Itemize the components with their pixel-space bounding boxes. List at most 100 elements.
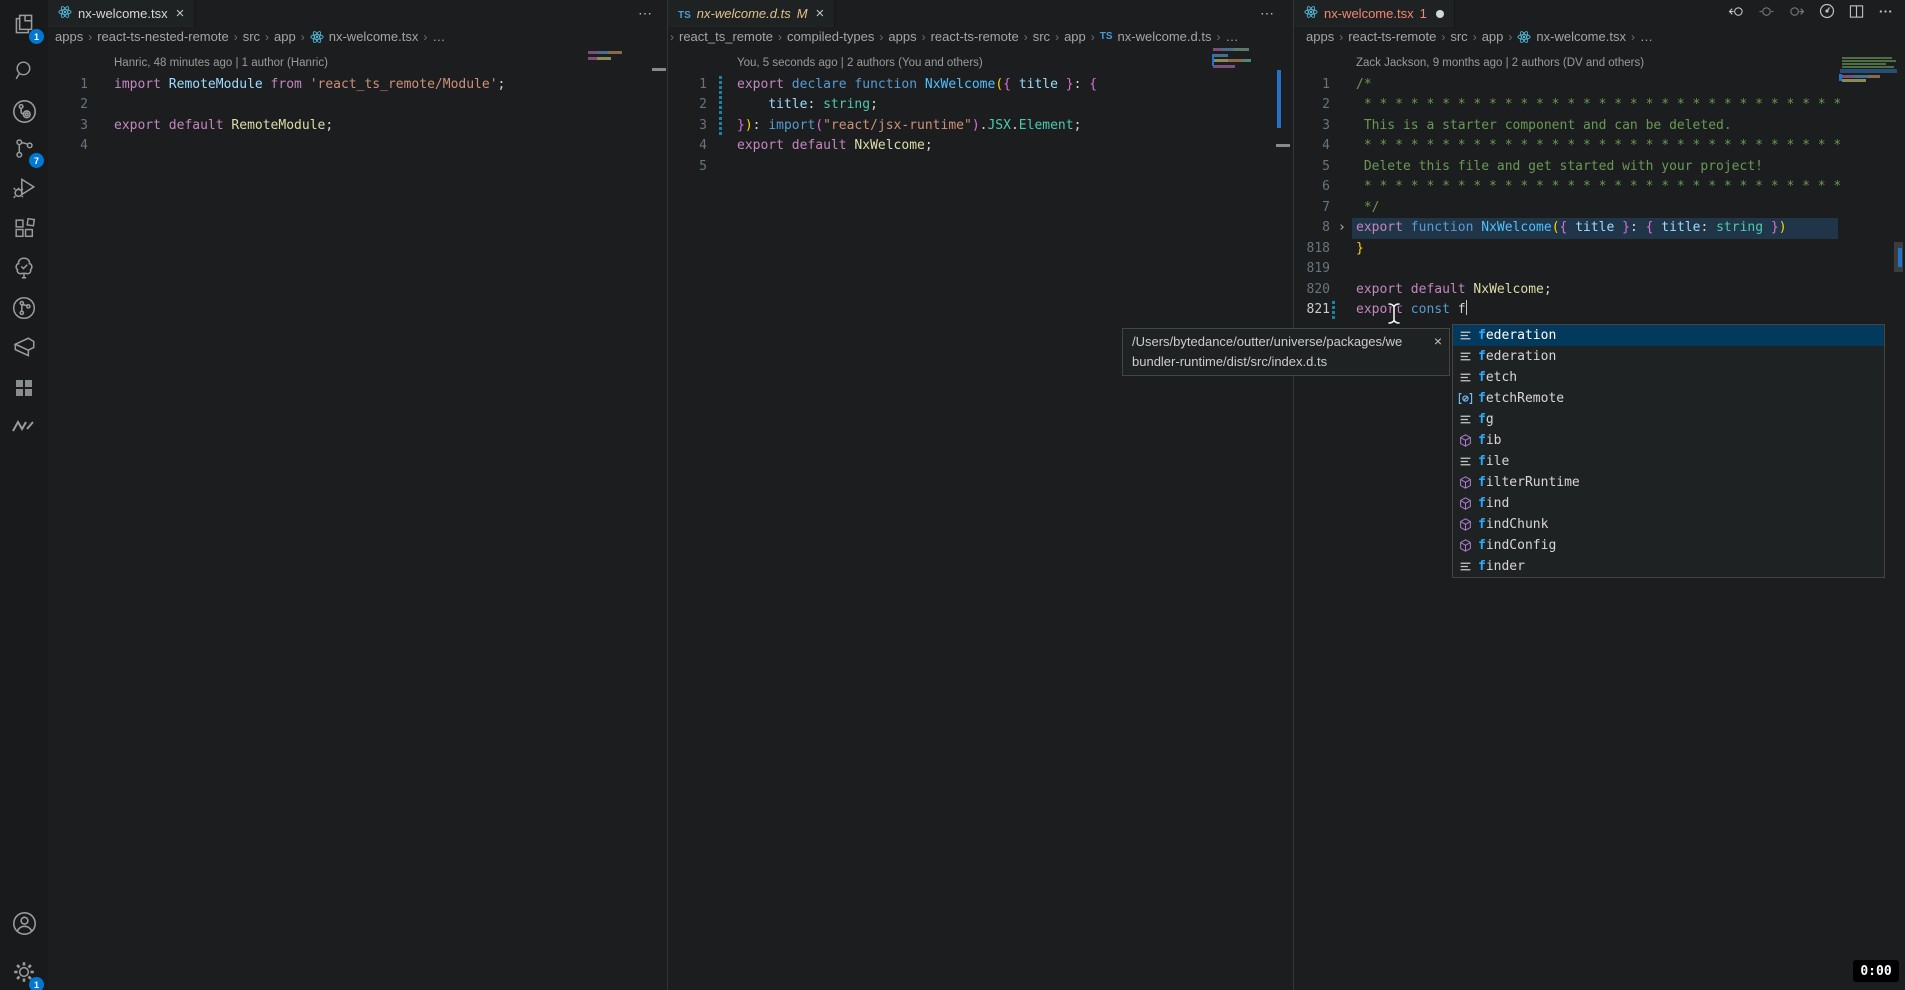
- line-number: 3: [1270, 116, 1330, 137]
- breadcrumb-item[interactable]: react-ts-nested-remote: [97, 29, 229, 44]
- code-line[interactable]: 5: [668, 157, 1293, 178]
- fold-chevron-icon[interactable]: ›: [1338, 218, 1346, 239]
- suggest-item-findConfig[interactable]: findConfig: [1453, 535, 1884, 556]
- activity-item-nx-console[interactable]: [8, 332, 40, 364]
- breadcrumb-item[interactable]: react-ts-remote: [1348, 29, 1436, 44]
- breadcrumb-item[interactable]: apps: [55, 29, 83, 44]
- activity-item-squiggle-tool[interactable]: [8, 410, 40, 442]
- activity-item-git-graph[interactable]: [8, 292, 40, 324]
- activity-item-accounts[interactable]: [8, 907, 40, 939]
- breadcrumb-chevron-icon: ›: [1024, 30, 1028, 44]
- tab-close-icon[interactable]: ×: [176, 6, 185, 21]
- suggest-item-file[interactable]: file: [1453, 451, 1884, 472]
- breadcrumb-item[interactable]: nx-welcome.tsx: [329, 29, 419, 44]
- code-line[interactable]: 2 * * * * * * * * * * * * * * * * * * * …: [1294, 95, 1905, 116]
- suggest-item-find[interactable]: find: [1453, 493, 1884, 514]
- breadcrumb-item[interactable]: src: [1450, 29, 1467, 44]
- suggest-item-label: federation: [1478, 349, 1556, 364]
- activity-item-tree-view[interactable]: [8, 252, 40, 284]
- breadcrumb-item[interactable]: nx-welcome.d.ts: [1118, 29, 1212, 44]
- current-change-icon[interactable]: [1759, 4, 1774, 24]
- code-line[interactable]: 5 Delete this file and get started with …: [1294, 157, 1905, 178]
- suggest-item-fetchRemote[interactable]: fetchRemote: [1453, 388, 1884, 409]
- symbol-method-icon: [1457, 517, 1473, 533]
- previous-change-icon[interactable]: [1728, 4, 1745, 24]
- symbol-text-icon: [1457, 370, 1473, 386]
- minimap-decoration: [652, 68, 666, 71]
- more-actions-icon[interactable]: ⋯: [1260, 5, 1275, 22]
- symbol-text-icon: [1457, 454, 1473, 470]
- breadcrumb-item[interactable]: react-ts-remote: [931, 29, 1019, 44]
- split-editor-icon[interactable]: [1849, 4, 1864, 24]
- breadcrumb-item[interactable]: nx-welcome.tsx: [1536, 29, 1626, 44]
- code-line[interactable]: 3 This is a starter component and can be…: [1294, 116, 1905, 137]
- code-line[interactable]: 3export default RemoteModule;: [48, 116, 667, 137]
- tab-nx-welcome.d.ts[interactable]: TSnx-welcome.d.tsM×: [668, 0, 835, 27]
- code-line[interactable]: 3}): import("react/jsx-runtime").JSX.Ele…: [668, 116, 1293, 137]
- suggest-item-federation[interactable]: federation: [1453, 346, 1884, 367]
- code-line[interactable]: 819: [1294, 259, 1905, 280]
- breadcrumb-item[interactable]: app: [1482, 29, 1504, 44]
- tab-nx-welcome.tsx[interactable]: nx-welcome.tsx1: [1294, 0, 1455, 27]
- code-line[interactable]: 820export default NxWelcome;: [1294, 280, 1905, 301]
- tab-title: nx-welcome.tsx: [1324, 6, 1414, 21]
- tab-nx-welcome.tsx[interactable]: nx-welcome.tsx×: [48, 0, 195, 27]
- line-number: 6: [1270, 177, 1330, 198]
- next-change-icon[interactable]: [1788, 4, 1805, 24]
- code-line[interactable]: 1import RemoteModule from 'react_ts_remo…: [48, 75, 667, 96]
- suggest-item-federation[interactable]: federation: [1453, 325, 1884, 346]
- suggest-item-finder[interactable]: finder: [1453, 556, 1884, 577]
- suggest-item-findChunk[interactable]: findChunk: [1453, 514, 1884, 535]
- breadcrumb-item[interactable]: …: [432, 29, 445, 44]
- editor-group-left[interactable]: nx-welcome.tsx×⋯apps›react-ts-nested-rem…: [48, 0, 667, 990]
- code-line[interactable]: 1/*: [1294, 75, 1905, 96]
- activity-item-settings[interactable]: 1: [8, 956, 40, 988]
- breadcrumb-item[interactable]: apps: [1306, 29, 1334, 44]
- code-line[interactable]: 6 * * * * * * * * * * * * * * * * * * * …: [1294, 177, 1905, 198]
- code-text: export default RemoteModule;: [114, 116, 333, 137]
- breadcrumb-item[interactable]: src: [1033, 29, 1050, 44]
- minimap-decoration: [1213, 59, 1251, 62]
- breadcrumb-item[interactable]: …: [1225, 29, 1238, 44]
- code-line[interactable]: 818}: [1294, 239, 1905, 260]
- tab-close-icon[interactable]: ×: [816, 6, 825, 21]
- activity-item-grid-tool[interactable]: [8, 372, 40, 404]
- code-line[interactable]: 2: [48, 95, 667, 116]
- suggest-item-filterRuntime[interactable]: filterRuntime: [1453, 472, 1884, 493]
- activity-item-extensions[interactable]: [8, 212, 40, 244]
- react-icon: [1304, 5, 1318, 22]
- close-icon[interactable]: ×: [1434, 333, 1442, 349]
- breadcrumb-item[interactable]: compiled-types: [787, 29, 874, 44]
- code-line[interactable]: 7 */: [1294, 198, 1905, 219]
- editor-actions: [1728, 0, 1893, 27]
- activity-item-run-and-debug[interactable]: [8, 172, 40, 204]
- breadcrumb-item[interactable]: app: [274, 29, 296, 44]
- editor-group-middle[interactable]: TSnx-welcome.d.tsM× ⋯ › react_ts_remote › com…: [668, 0, 1293, 990]
- breadcrumb-chevron-icon: ›: [1508, 30, 1512, 44]
- more-actions-icon[interactable]: [1878, 4, 1893, 24]
- suggest-item-fetch[interactable]: fetch: [1453, 367, 1884, 388]
- breadcrumb-item[interactable]: apps: [888, 29, 916, 44]
- breadcrumb-chevron-icon: ›: [1055, 30, 1059, 44]
- code-line[interactable]: 1export declare function NxWelcome({ tit…: [668, 75, 1293, 96]
- codelens-blame[interactable]: You, 5 seconds ago | 2 authors (You and …: [737, 57, 983, 69]
- codelens-blame[interactable]: Zack Jackson, 9 months ago | 2 authors (…: [1356, 57, 1644, 69]
- suggest-item-label: fib: [1478, 433, 1501, 448]
- activity-item-explorer[interactable]: 1: [8, 8, 40, 40]
- open-timeline-icon[interactable]: [1819, 3, 1835, 24]
- breadcrumb-item[interactable]: app: [1064, 29, 1086, 44]
- breadcrumb-item[interactable]: src: [243, 29, 260, 44]
- breadcrumb-item[interactable]: react_ts_remote: [679, 29, 773, 44]
- more-actions-icon[interactable]: ⋯: [638, 5, 653, 22]
- suggest-item-fib[interactable]: fib: [1453, 430, 1884, 451]
- code-line[interactable]: 4 * * * * * * * * * * * * * * * * * * * …: [1294, 136, 1905, 157]
- suggest-item-label: finder: [1478, 559, 1525, 574]
- breadcrumb-item[interactable]: …: [1640, 29, 1653, 44]
- code-line[interactable]: 8›export function NxWelcome({ title }: {…: [1294, 218, 1905, 239]
- code-line[interactable]: 4export default NxWelcome;: [668, 136, 1293, 157]
- codelens-blame[interactable]: Hanric, 48 minutes ago | 1 author (Hanri…: [114, 57, 328, 69]
- dirty-indicator-icon[interactable]: [1436, 10, 1444, 18]
- code-line[interactable]: 2 title: string;: [668, 95, 1293, 116]
- suggest-item-fg[interactable]: fg: [1453, 409, 1884, 430]
- code-line[interactable]: 4: [48, 136, 667, 157]
